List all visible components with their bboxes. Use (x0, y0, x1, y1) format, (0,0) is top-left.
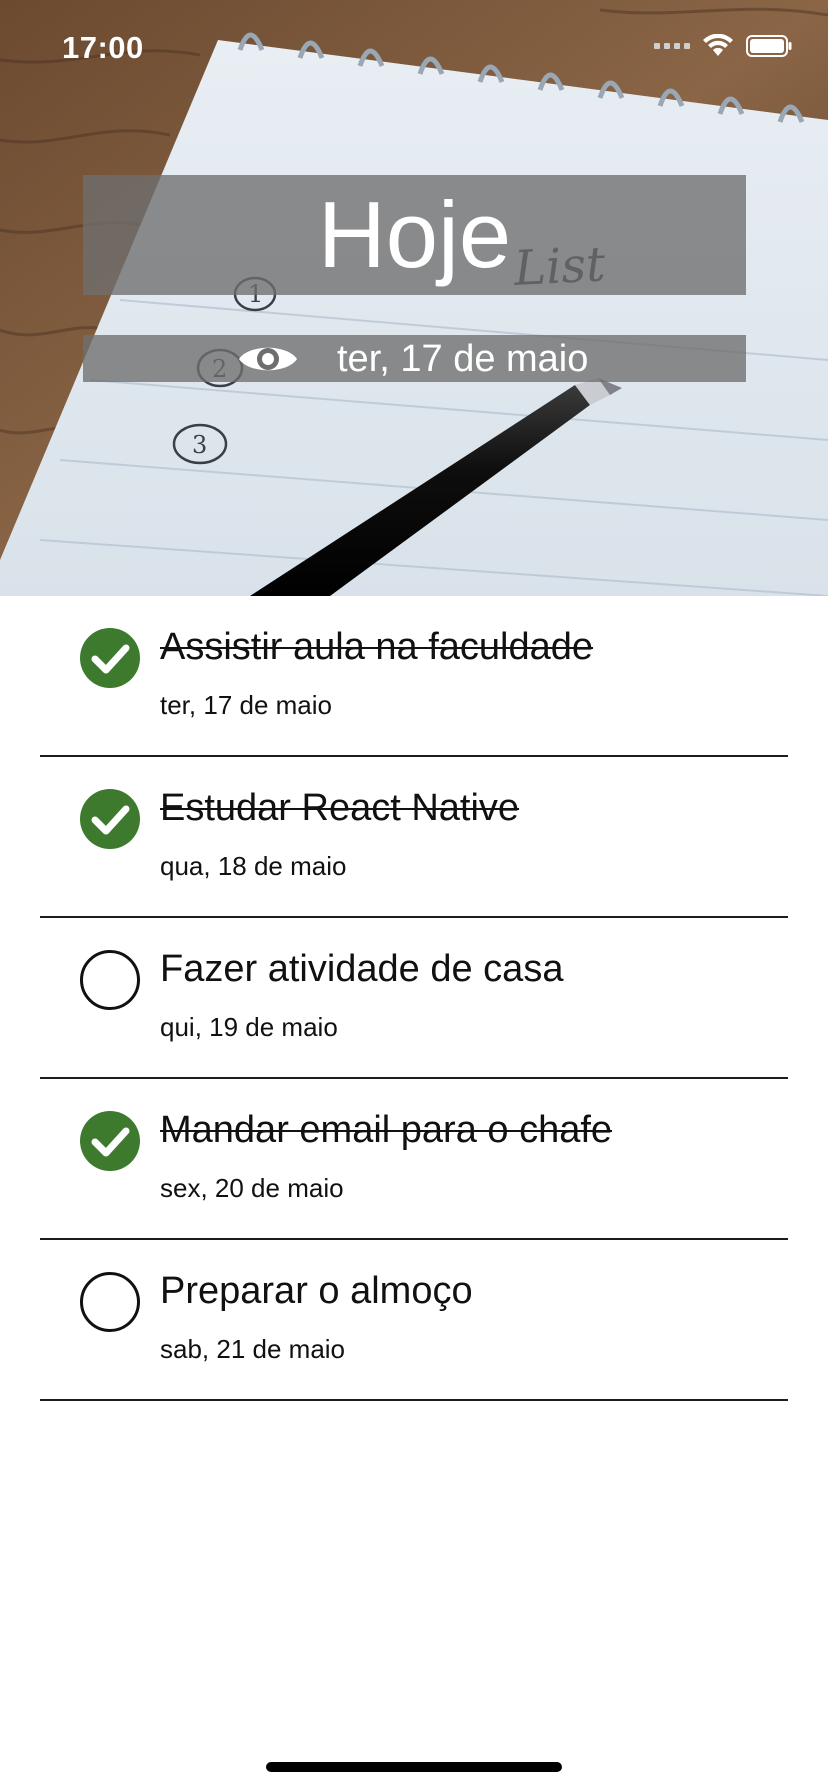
task-title: Estudar React Native (160, 787, 520, 829)
checked-circle-icon[interactable] (79, 788, 141, 850)
task-date: qua, 18 de maio (160, 851, 347, 881)
header-date: ter, 17 de maio (337, 338, 589, 380)
task-list: Assistir aula na faculdade ter, 17 de ma… (0, 596, 828, 1401)
battery-icon (746, 35, 792, 57)
status-icons (654, 34, 792, 58)
task-date: ter, 17 de maio (160, 690, 332, 720)
page-title: Hoje (317, 182, 512, 287)
task-title: Mandar email para o chafe (160, 1109, 613, 1151)
eye-icon[interactable] (237, 338, 299, 380)
task-row[interactable]: Estudar React Native qua, 18 de maio (40, 757, 788, 918)
checked-circle-icon[interactable] (79, 1110, 141, 1172)
task-date: qui, 19 de maio (160, 1012, 338, 1042)
task-title: Preparar o almoço (160, 1270, 473, 1312)
task-list-screen: 1 2 3 List 17:00 (0, 0, 828, 1792)
task-row[interactable]: Fazer atividade de casa qui, 19 de maio (40, 918, 788, 1079)
status-time: 17:00 (62, 30, 144, 65)
checked-circle-icon[interactable] (79, 627, 141, 689)
date-banner: ter, 17 de maio (83, 335, 746, 382)
unchecked-circle-icon[interactable] (79, 1271, 141, 1333)
signal-icon (654, 43, 690, 49)
task-title: Fazer atividade de casa (160, 948, 564, 990)
task-row[interactable]: Mandar email para o chafe sex, 20 de mai… (40, 1079, 788, 1240)
task-row[interactable]: Assistir aula na faculdade ter, 17 de ma… (40, 596, 788, 757)
svg-text:3: 3 (192, 431, 207, 459)
unchecked-circle-icon[interactable] (79, 949, 141, 1011)
header-background-image: 1 2 3 List 17:00 (0, 0, 828, 596)
task-row[interactable]: Preparar o almoço sab, 21 de maio (40, 1240, 788, 1401)
wifi-icon (703, 34, 733, 56)
title-banner: Hoje (83, 175, 746, 295)
notepad-photo: 1 2 3 List (0, 0, 828, 596)
task-title: Assistir aula na faculdade (160, 626, 594, 668)
task-date: sab, 21 de maio (160, 1334, 346, 1364)
task-date: sex, 20 de maio (160, 1173, 344, 1203)
home-indicator[interactable] (266, 1762, 562, 1772)
